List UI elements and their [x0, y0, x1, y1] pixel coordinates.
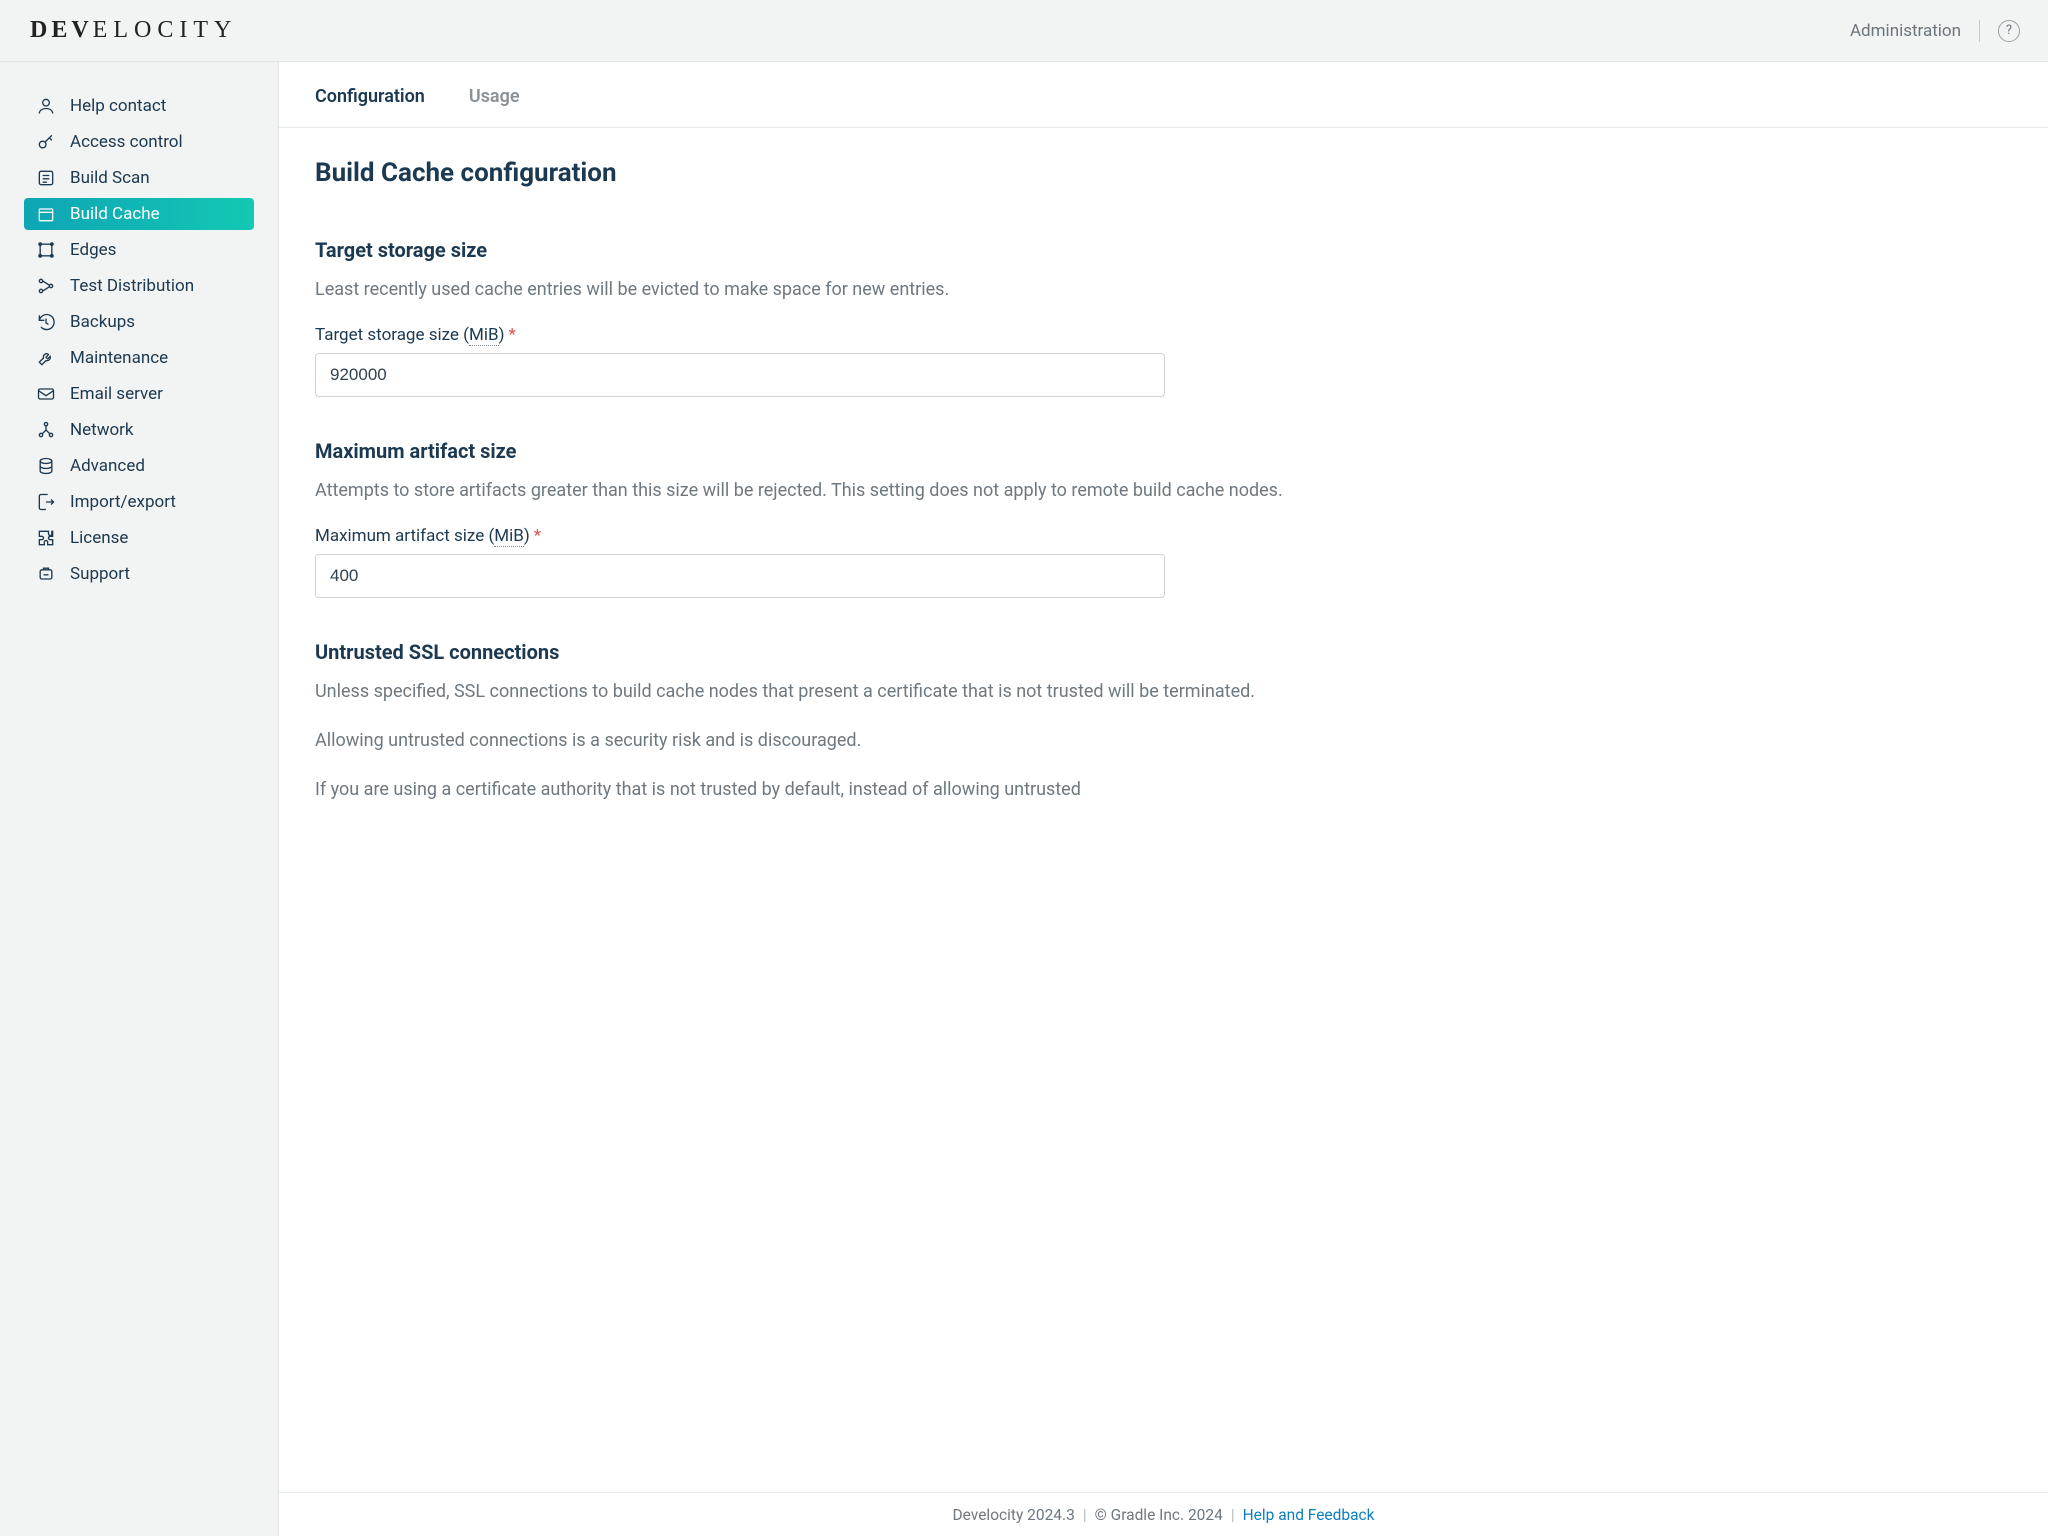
section-title-target: Target storage size: [315, 238, 1419, 262]
sidebar-item-label: Import/export: [70, 492, 176, 512]
sidebar-item-support[interactable]: Support: [24, 558, 254, 590]
ssl-desc-2: Allowing untrusted connections is a secu…: [315, 727, 1419, 754]
sidebar-item-build-scan[interactable]: Build Scan: [24, 162, 254, 194]
list-icon: [36, 168, 56, 188]
logo-prefix: DEV: [30, 17, 93, 43]
square-dots-icon: [36, 240, 56, 260]
export-icon: [36, 492, 56, 512]
main: Configuration Usage Build Cache configur…: [278, 62, 2048, 1536]
logo-suffix: ELOCITY: [93, 17, 238, 43]
ssl-desc-3: If you are using a certificate authority…: [315, 776, 1419, 803]
sidebar-item-test-distribution[interactable]: Test Distribution: [24, 270, 254, 302]
section-title-ssl: Untrusted SSL connections: [315, 640, 1419, 664]
topbar: DEVELOCITY Administration ?: [0, 0, 2048, 62]
sidebar-item-label: Build Cache: [70, 204, 160, 224]
sidebar-item-label: Test Distribution: [70, 276, 194, 296]
tab-usage[interactable]: Usage: [469, 86, 520, 107]
user-icon: [36, 96, 56, 116]
network-icon: [36, 420, 56, 440]
help-icon[interactable]: ?: [1998, 20, 2020, 42]
footer-copyright: © Gradle Inc. 2024: [1095, 1506, 1223, 1524]
sidebar-item-label: Build Scan: [70, 168, 150, 188]
key-icon: [36, 132, 56, 152]
sidebar-item-label: Backups: [70, 312, 135, 332]
sidebar-item-label: Maintenance: [70, 348, 168, 368]
sidebar-item-label: Support: [70, 564, 130, 584]
target-storage-size-input[interactable]: [315, 353, 1165, 397]
db-icon: [36, 456, 56, 476]
sidebar-item-advanced[interactable]: Advanced: [24, 450, 254, 482]
box-icon: [36, 204, 56, 224]
logo: DEVELOCITY: [30, 17, 237, 44]
nodes-icon: [36, 276, 56, 296]
sidebar-item-label: Help contact: [70, 96, 166, 116]
tabs: Configuration Usage: [279, 62, 2048, 128]
sidebar-item-help-contact[interactable]: Help contact: [24, 90, 254, 122]
footer: Develocity 2024.3 | © Gradle Inc. 2024 |…: [279, 1492, 2048, 1536]
sidebar-item-license[interactable]: License: [24, 522, 254, 554]
sidebar-item-build-cache[interactable]: Build Cache: [24, 198, 254, 230]
section-desc-target: Least recently used cache entries will b…: [315, 276, 1419, 303]
wrench-icon: [36, 348, 56, 368]
artifact-field-label: Maximum artifact size (MiB)*: [315, 526, 1419, 546]
footer-product: Develocity 2024.3: [953, 1506, 1075, 1524]
max-artifact-size-input[interactable]: [315, 554, 1165, 598]
sidebar-item-label: Advanced: [70, 456, 145, 476]
sidebar-item-edges[interactable]: Edges: [24, 234, 254, 266]
clock-icon: [36, 312, 56, 332]
mail-icon: [36, 384, 56, 404]
sidebar-item-import-export[interactable]: Import/export: [24, 486, 254, 518]
sidebar-item-maintenance[interactable]: Maintenance: [24, 342, 254, 374]
administration-link[interactable]: Administration: [1850, 21, 1961, 41]
target-field-label: Target storage size (MiB)*: [315, 325, 1419, 345]
tab-configuration[interactable]: Configuration: [315, 86, 425, 107]
sidebar-item-backups[interactable]: Backups: [24, 306, 254, 338]
ssl-desc-1: Unless specified, SSL connections to bui…: [315, 678, 1419, 705]
sidebar-item-label: License: [70, 528, 128, 548]
sidebar-item-network[interactable]: Network: [24, 414, 254, 446]
footer-help-link[interactable]: Help and Feedback: [1243, 1506, 1375, 1524]
sidebar-item-email-server[interactable]: Email server: [24, 378, 254, 410]
divider: [1979, 20, 1980, 42]
support-icon: [36, 564, 56, 584]
sidebar-item-label: Edges: [70, 240, 116, 260]
sidebar-item-label: Network: [70, 420, 134, 440]
sidebar-item-access-control[interactable]: Access control: [24, 126, 254, 158]
sidebar-item-label: Access control: [70, 132, 183, 152]
section-desc-artifact: Attempts to store artifacts greater than…: [315, 477, 1419, 504]
sidebar: Help contact Access control Build Scan B…: [0, 62, 278, 1536]
sidebar-item-label: Email server: [70, 384, 163, 404]
page-title: Build Cache configuration: [315, 158, 1419, 188]
section-title-artifact: Maximum artifact size: [315, 439, 1419, 463]
puzzle-icon: [36, 528, 56, 548]
